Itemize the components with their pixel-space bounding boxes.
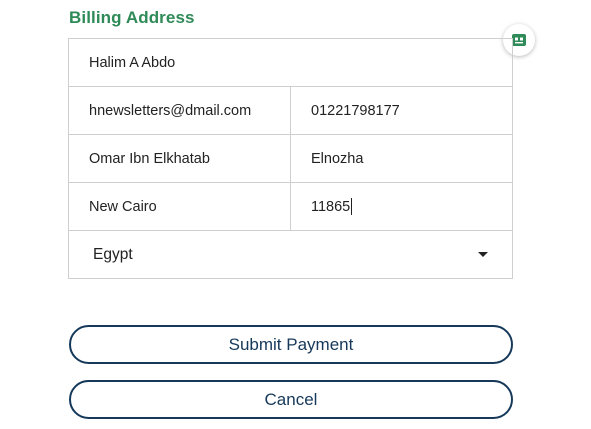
chevron-down-icon <box>478 252 488 257</box>
postal-code-field[interactable]: 11865 <box>290 183 512 230</box>
address-line1-field[interactable]: Omar Ibn Elkhatab <box>69 135 290 182</box>
password-manager-icon <box>512 34 526 46</box>
billing-address-form: Halim A Abdo hnewsletters@dmail.com 0122… <box>68 38 513 279</box>
phone-field[interactable]: 01221798177 <box>290 87 512 134</box>
row-city-postal: New Cairo 11865 <box>69 182 512 230</box>
row-contact: hnewsletters@dmail.com 01221798177 <box>69 86 512 134</box>
country-select[interactable]: Egypt <box>69 230 512 278</box>
cancel-button[interactable]: Cancel <box>69 380 513 419</box>
text-caret <box>351 198 353 215</box>
billing-address-title: Billing Address <box>69 8 195 27</box>
postal-code-value: 11865 <box>311 198 351 215</box>
row-full-name: Halim A Abdo <box>69 39 512 86</box>
row-address: Omar Ibn Elkhatab Elnozha <box>69 134 512 182</box>
email-field[interactable]: hnewsletters@dmail.com <box>69 87 290 134</box>
city-field[interactable]: New Cairo <box>69 183 290 230</box>
submit-payment-button[interactable]: Submit Payment <box>69 325 513 364</box>
address-line2-field[interactable]: Elnozha <box>290 135 512 182</box>
full-name-field[interactable]: Halim A Abdo <box>69 39 512 86</box>
country-select-value: Egypt <box>93 245 133 263</box>
